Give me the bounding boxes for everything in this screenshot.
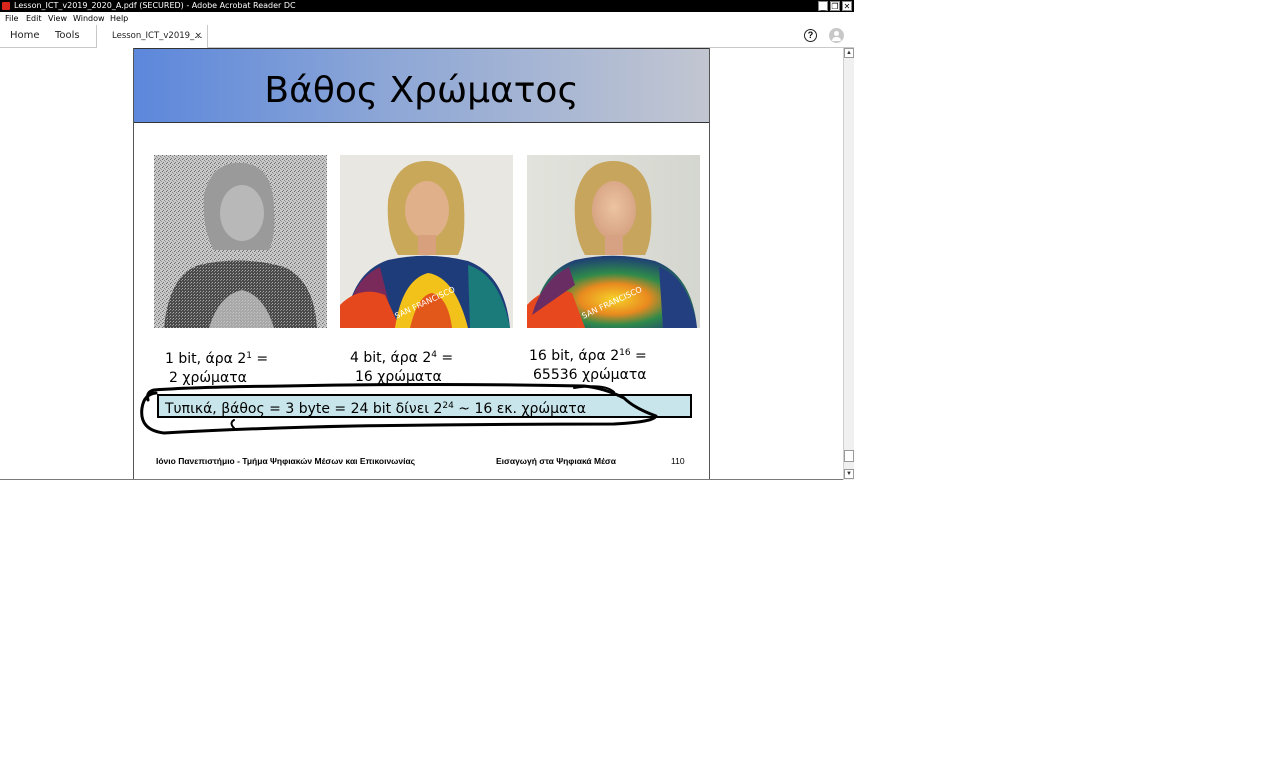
photo-4bit: SAN FRANCISCO (340, 155, 513, 328)
menu-window[interactable]: Window (73, 12, 105, 25)
acrobat-reader-window: Lesson_ICT_v2019_2020_A.pdf (SECURED) - … (0, 0, 854, 480)
footer-university: Ιόνιο Πανεπιστήμιο - Τμήμα Ψηφιακών Μέσω… (156, 456, 416, 466)
tab-home[interactable]: Home (10, 25, 40, 47)
menu-file[interactable]: File (5, 12, 18, 25)
tab-bar: Home Tools Lesson_ICT_v2019_... × (0, 25, 854, 48)
menu-bar: File Edit View Window Help (0, 12, 854, 26)
footer-course: Εισαγωγή στα Ψηφιακά Μέσα (496, 456, 616, 466)
window-title: Lesson_ICT_v2019_2020_A.pdf (SECURED) - … (14, 1, 296, 10)
slide-title: Βάθος Χρώματος (264, 70, 579, 111)
caption-4bit: 4 bit, άρα 24 = 16 χρώματα (350, 350, 454, 385)
page-number: 110 (671, 456, 685, 466)
caption-16bit: 16 bit, άρα 216 = 65536 χρώματα (529, 348, 647, 383)
help-icon[interactable]: ? (804, 29, 817, 42)
restore-button[interactable]: ❐ (830, 1, 840, 11)
scroll-up-arrow-icon[interactable]: ▲ (844, 48, 854, 58)
acrobat-icon (2, 2, 10, 10)
menu-help[interactable]: Help (110, 12, 128, 25)
close-icon[interactable]: × (194, 25, 202, 47)
caption-1bit: 1 bit, άρα 21 = 2 χρώματα (165, 351, 269, 386)
menu-view[interactable]: View (48, 12, 67, 25)
tab-document[interactable]: Lesson_ICT_v2019_... × (96, 25, 208, 48)
scroll-down-arrow-icon[interactable]: ▼ (844, 469, 854, 479)
pdf-page: Βάθος Χρώματος SAN FRANCISCO SAN FRANCIS… (133, 48, 710, 479)
photo-1bit (154, 155, 327, 328)
title-bar: Lesson_ICT_v2019_2020_A.pdf (SECURED) - … (0, 0, 854, 12)
summary-text: Τυπικά, βάθος = 3 byte = 24 bit δίνει 22… (165, 401, 586, 417)
vertical-scrollbar[interactable]: ▲ ▼ (843, 48, 854, 480)
scroll-thumb[interactable] (844, 450, 854, 462)
summary-box: Τυπικά, βάθος = 3 byte = 24 bit δίνει 22… (157, 394, 692, 418)
menu-edit[interactable]: Edit (26, 12, 42, 25)
photo-16bit: SAN FRANCISCO (527, 155, 700, 328)
tab-tools[interactable]: Tools (55, 25, 80, 47)
minimize-button[interactable]: _ (818, 1, 828, 11)
slide-header: Βάθος Χρώματος (134, 48, 709, 123)
user-account-icon[interactable] (829, 28, 844, 43)
close-button[interactable]: ✕ (842, 1, 852, 11)
tab-document-label: Lesson_ICT_v2019_... (112, 31, 203, 41)
